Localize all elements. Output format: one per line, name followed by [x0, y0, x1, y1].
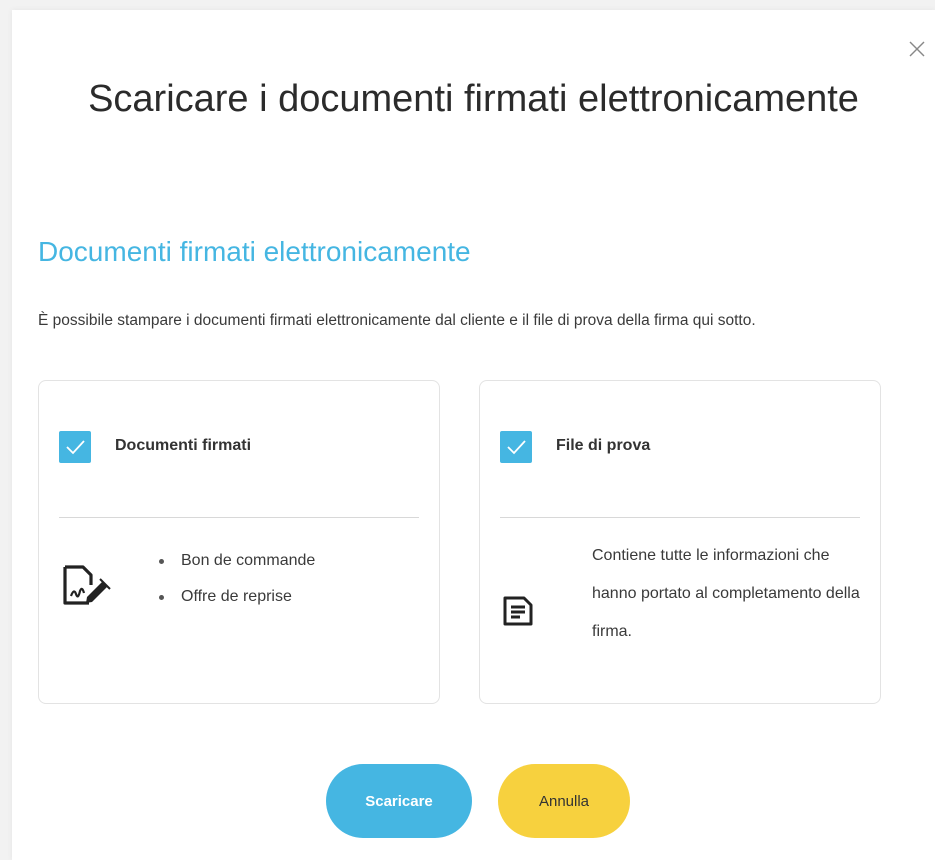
close-icon[interactable]	[904, 36, 930, 62]
card-divider	[59, 517, 419, 518]
signed-document-icon	[59, 563, 113, 607]
cancel-button[interactable]: Annulla	[498, 764, 630, 838]
signed-documents-list: Bon de commande Offre de reprise	[157, 543, 315, 615]
dialog-description: È possibile stampare i documenti firmati…	[38, 312, 756, 329]
signed-documents-checkbox[interactable]	[59, 431, 91, 463]
card-divider	[500, 517, 860, 518]
proof-file-card: File di prova Contiene tutte le informaz…	[479, 380, 881, 704]
download-button[interactable]: Scaricare	[326, 764, 472, 838]
list-item: Offre de reprise	[157, 579, 315, 615]
checkmark-icon	[507, 440, 526, 455]
proof-file-description: Contiene tutte le informazioni che hanno…	[592, 547, 860, 640]
checkmark-icon	[66, 440, 85, 455]
proof-file-label: File di prova	[556, 437, 651, 454]
file-text-icon	[500, 593, 536, 629]
list-item: Bon de commande	[157, 543, 315, 579]
proof-file-checkbox[interactable]	[500, 431, 532, 463]
signed-documents-label: Documenti firmati	[115, 437, 252, 454]
download-dialog: Scaricare i documenti firmati elettronic…	[12, 10, 935, 860]
section-title: Documenti firmati elettronicamente	[38, 236, 471, 267]
signed-documents-card: Documenti firmati Bon de commande Offre …	[38, 380, 440, 704]
dialog-title: Scaricare i documenti firmati elettronic…	[88, 78, 859, 120]
